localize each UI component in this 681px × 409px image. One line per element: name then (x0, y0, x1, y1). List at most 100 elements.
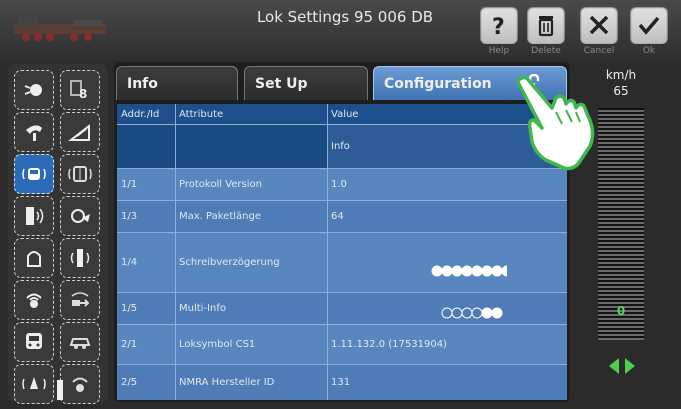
announcement-button[interactable] (14, 280, 54, 320)
cell-value: 131 (331, 376, 351, 388)
row-divider (117, 124, 567, 125)
coupling-sound-button[interactable] (60, 280, 100, 320)
cab-light-button[interactable] (14, 322, 54, 362)
flag-bit[interactable] (441, 307, 453, 319)
table-row[interactable]: 1/4 Schreibverzögerung (117, 232, 567, 292)
table-row[interactable]: 1/1 Protokoll Version 1.0 (117, 168, 567, 200)
flag-bit[interactable] (471, 265, 483, 277)
flag-bit[interactable] (471, 307, 483, 319)
close-icon (589, 15, 609, 35)
headlight-button[interactable] (14, 70, 54, 110)
table-row[interactable]: 1/3 Max. Paketlänge 64 (117, 200, 567, 232)
flag-bit[interactable] (431, 265, 443, 277)
horn-icon (26, 125, 42, 141)
whistle-button[interactable] (60, 238, 100, 278)
row-divider (117, 168, 567, 169)
speed-slider[interactable]: 0 (598, 108, 644, 340)
cell-attribute: Max. Paketlänge (179, 210, 261, 222)
ok-label: Ok (642, 46, 656, 56)
header-addr: Addr./Id (121, 108, 160, 120)
cell-attribute: Loksymbol CS1 (179, 338, 256, 350)
loco-logo-icon (14, 18, 106, 41)
flag-bit[interactable] (451, 265, 463, 277)
cell-addr: 1/3 (121, 210, 138, 222)
door-sound-icon (26, 207, 44, 225)
sidebar-scroll-indicator[interactable] (57, 380, 63, 400)
shunting-button[interactable] (60, 112, 100, 152)
brake-sound-icon (22, 377, 46, 390)
help-icon: ? (492, 15, 505, 37)
cell-attribute: Protokoll Version (179, 178, 262, 190)
delete-button[interactable] (527, 6, 565, 44)
coupler-icon (71, 209, 90, 223)
pantograph-button[interactable] (14, 238, 54, 278)
flag-bit[interactable] (491, 265, 503, 277)
tram-icon (26, 333, 42, 349)
trash-icon (538, 16, 554, 37)
column-divider (175, 104, 176, 400)
door-sound-button[interactable] (14, 196, 54, 236)
ramp-icon (68, 123, 90, 141)
cell-addr: 1/4 (121, 256, 138, 268)
cell-value: 1.11.132.0 (17531904) (331, 338, 447, 350)
headlight-icon (24, 84, 42, 96)
ok-button[interactable] (630, 6, 668, 44)
flag-bit[interactable] (451, 307, 463, 319)
function-number-icon: 8 (70, 80, 87, 101)
row-divider (117, 232, 567, 233)
row-divider (117, 200, 567, 201)
cell-attribute: Schreibverzögerung (179, 256, 280, 268)
broadcast-icon (26, 293, 42, 308)
subheader-blank (117, 124, 175, 168)
brake-sound-button[interactable] (14, 364, 54, 404)
cell-value (327, 292, 567, 324)
tab-info[interactable]: Info (116, 66, 238, 100)
function-f8-button[interactable]: 8 (60, 70, 100, 110)
flag-bit[interactable] (441, 265, 453, 277)
svg-text:?: ? (492, 15, 505, 37)
top-bar: Lok Settings 95 006 DB ? Help Delete Can… (0, 0, 681, 60)
table-row[interactable]: 2/5 NMRA Hersteller ID 131 (117, 364, 567, 400)
cell-attribute: Multi-Info (179, 302, 226, 314)
cell-value: 64 (331, 210, 344, 222)
flag-bit[interactable] (481, 307, 493, 319)
flag-bit[interactable] (461, 265, 473, 277)
table-row[interactable]: 1/5 Multi-Info (117, 292, 567, 324)
train-sound-icon (22, 168, 46, 180)
help-button[interactable]: ? (480, 6, 518, 44)
cell-value: 1.0 (331, 178, 347, 190)
tab-setup[interactable]: Set Up (244, 66, 368, 100)
row-divider (117, 364, 567, 365)
sound-train-button[interactable] (14, 154, 54, 194)
direction-right-icon[interactable] (623, 356, 637, 376)
check-icon (638, 16, 660, 35)
multi-info-flags-icon[interactable] (387, 293, 507, 323)
table-row[interactable]: 2/1 Loksymbol CS1 1.11.132.0 (17531904) (117, 324, 567, 364)
bell-icon (27, 251, 41, 267)
configuration-table: Addr./Id Attribute Value Info 1/1 Protokoll V… (117, 104, 567, 400)
column-divider (327, 104, 328, 400)
cell-addr: 1/1 (121, 178, 138, 190)
header-attribute: Attribute (179, 108, 224, 120)
row-divider (117, 324, 567, 325)
coupling-button[interactable] (60, 196, 100, 236)
cancel-button[interactable] (580, 6, 618, 44)
help-label: Help (488, 46, 510, 56)
function-sidebar: 8 (8, 64, 108, 404)
speed-meter-readout: 0 (616, 304, 626, 318)
cell-addr: 1/5 (121, 302, 138, 314)
car-button[interactable] (60, 322, 100, 362)
window-title: Lok Settings 95 006 DB (256, 8, 434, 26)
bit-flags-icon[interactable] (387, 237, 507, 287)
flag-bit[interactable] (491, 307, 503, 319)
sound-wagon-button[interactable] (60, 154, 100, 194)
flag-bit[interactable] (501, 265, 507, 277)
flag-bit[interactable] (461, 307, 473, 319)
direction-left-icon[interactable] (607, 356, 621, 376)
wagon-sound-icon (68, 166, 92, 182)
cell-addr: 2/5 (121, 376, 138, 388)
station-sound-button[interactable] (60, 364, 100, 404)
cell-addr: 2/1 (121, 338, 138, 350)
flag-bit[interactable] (481, 265, 493, 277)
horn-button[interactable] (14, 112, 54, 152)
